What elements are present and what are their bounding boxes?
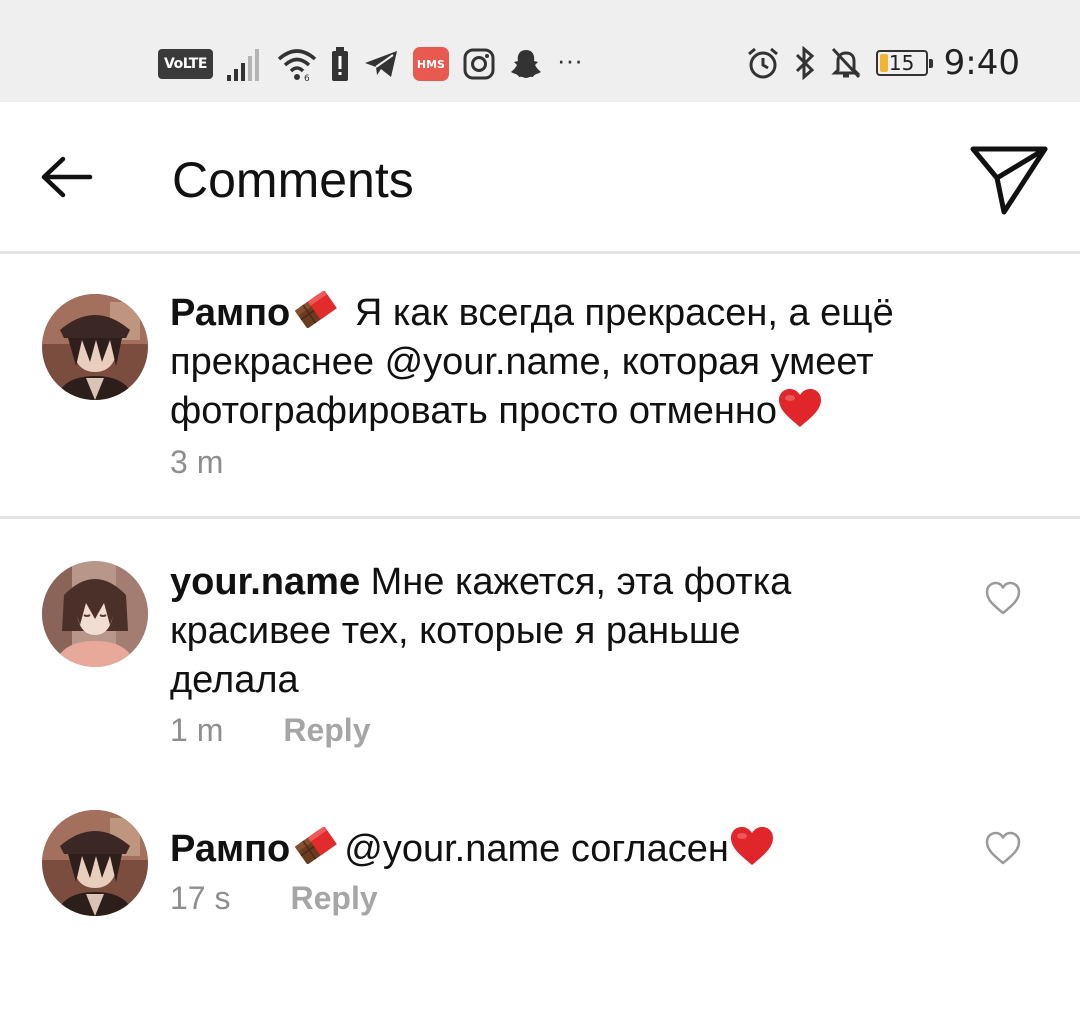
wifi-icon: 6: [277, 49, 317, 81]
battery-level: 15: [888, 51, 915, 75]
chocolate-icon: [295, 827, 338, 864]
comment-meta: 1 m Reply: [170, 712, 370, 749]
caption-text: Рампо Я как всегда прекрасен, а ещё прек…: [170, 289, 970, 436]
username[interactable]: Рампо: [170, 828, 290, 870]
avatar-image: [42, 810, 148, 916]
avatar-image: [42, 561, 148, 667]
username[interactable]: Рампо: [170, 292, 290, 334]
comment-text: Рампо @your.name согласен: [170, 825, 890, 874]
comment-text: your.name Мне кажется, эта фотка красиве…: [170, 558, 870, 705]
red-heart-icon: [730, 827, 773, 865]
caption-meta: 3 m: [170, 444, 223, 481]
avatar[interactable]: [42, 294, 148, 400]
svg-text:6: 6: [304, 74, 310, 81]
page-title: Comments: [172, 152, 414, 208]
caption-divider: [0, 516, 1080, 519]
status-bar-left: VoLTE 6 HMS ···: [158, 42, 597, 86]
direct-send-icon[interactable]: [966, 142, 1052, 218]
avatar[interactable]: [42, 810, 148, 916]
volte-badge: VoLTE: [158, 49, 213, 79]
status-time: 9:40: [943, 43, 1020, 83]
mention-link[interactable]: @your.name: [344, 828, 560, 870]
comments-header: Comments: [0, 102, 1080, 254]
arrow-left-icon[interactable]: [38, 152, 94, 202]
status-bar: VoLTE 6 HMS ··· 15 9:40: [0, 0, 1080, 102]
hms-icon: HMS: [412, 47, 449, 81]
battery-saver-icon: [331, 47, 348, 81]
chocolate-icon: [295, 291, 338, 328]
timestamp: 1 m: [170, 712, 224, 748]
username[interactable]: your.name: [170, 561, 360, 603]
reply-button[interactable]: Reply: [283, 712, 370, 749]
avatar-image: [42, 294, 148, 400]
timestamp: 3 m: [170, 444, 224, 480]
comment-body: согласен: [560, 828, 729, 870]
heart-outline-icon[interactable]: [984, 580, 1022, 616]
timestamp: 17 s: [170, 880, 231, 916]
more-icon: ···: [556, 45, 583, 75]
instagram-icon: [463, 48, 495, 80]
red-heart-icon: [778, 389, 821, 427]
avatar[interactable]: [42, 561, 148, 667]
comment-meta: 17 s Reply: [170, 880, 378, 917]
signal-icon: [226, 49, 259, 81]
telegram-icon: [364, 51, 397, 77]
alarm-icon: [747, 47, 778, 79]
status-bar-right: 15 9:40: [732, 40, 1020, 86]
silent-icon: [831, 47, 861, 79]
battery-icon: 15: [875, 50, 933, 76]
reply-button[interactable]: Reply: [290, 880, 377, 917]
snapchat-icon: [510, 50, 541, 78]
battery-fill: [879, 54, 889, 72]
bluetooth-icon: [795, 46, 814, 80]
heart-outline-icon[interactable]: [984, 830, 1022, 866]
mention-link[interactable]: @your.name: [385, 341, 601, 383]
